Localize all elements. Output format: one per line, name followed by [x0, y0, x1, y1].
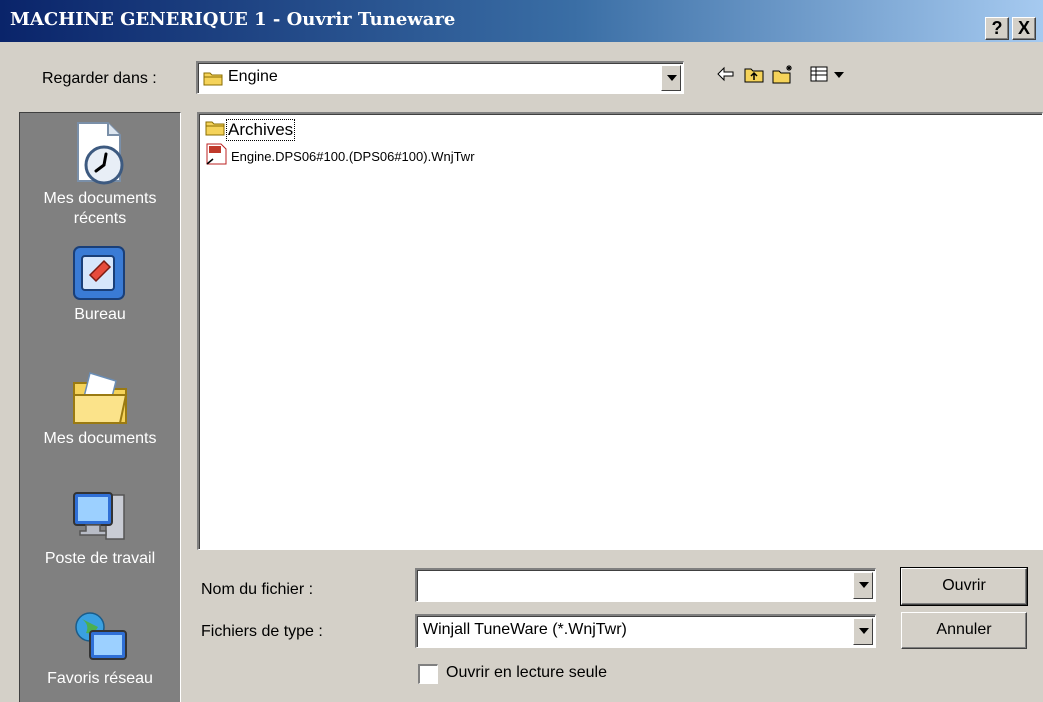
- my-computer-icon: [73, 492, 125, 540]
- place-recent-documents[interactable]: Mes documents récents: [20, 119, 180, 229]
- filetype-value: Winjall TuneWare (*.WnjTwr): [423, 621, 627, 638]
- back-arrow-icon[interactable]: [716, 64, 736, 86]
- up-folder-icon[interactable]: [744, 64, 764, 86]
- network-places-icon: [75, 612, 127, 660]
- look-in-dropdown-button[interactable]: [661, 65, 681, 91]
- folder-icon: [205, 119, 225, 141]
- open-button[interactable]: Ouvrir: [900, 567, 1028, 606]
- filename-dropdown-button[interactable]: [853, 572, 873, 599]
- help-button[interactable]: ?: [985, 17, 1009, 40]
- file-name: Archives: [225, 119, 296, 141]
- view-menu-icon[interactable]: [810, 64, 848, 86]
- place-label-desktop: Bureau: [74, 306, 126, 323]
- place-label-my-computer: Poste de travail: [44, 550, 156, 567]
- readonly-label[interactable]: Ouvrir en lecture seule: [446, 664, 607, 682]
- place-label-my-documents: Mes documents: [43, 430, 157, 447]
- tuneware-file-icon: [205, 143, 229, 170]
- place-label-network: Favoris réseau: [47, 670, 153, 687]
- place-desktop[interactable]: Bureau: [20, 243, 180, 325]
- folder-icon: [203, 70, 223, 91]
- places-bar: Mes documents récents Bureau Mes documen…: [19, 112, 181, 702]
- filetype-select[interactable]: Winjall TuneWare (*.WnjTwr): [415, 614, 876, 648]
- close-button[interactable]: X: [1012, 17, 1036, 40]
- filetype-dropdown-button[interactable]: [853, 618, 873, 645]
- place-my-computer[interactable]: Poste de travail: [20, 485, 180, 569]
- window-title: MACHINE GENERIQUE 1 - Ouvrir Tuneware: [10, 9, 456, 30]
- filetype-label: Fichiers de type :: [201, 623, 323, 640]
- list-item[interactable]: Archives: [205, 119, 296, 141]
- filename-label: Nom du fichier :: [201, 581, 314, 598]
- look-in-label: Regarder dans :: [42, 70, 157, 87]
- file-list[interactable]: Archives Engine.DPS06#100.(DPS06#100).Wn…: [197, 112, 1043, 550]
- new-folder-icon[interactable]: [772, 64, 794, 86]
- title-bar[interactable]: MACHINE GENERIQUE 1 - Ouvrir Tuneware ? …: [0, 0, 1043, 42]
- recent-documents-icon: [77, 122, 124, 185]
- place-my-documents[interactable]: Mes documents: [20, 365, 180, 449]
- place-label-recent-documents: Mes documents récents: [43, 190, 157, 227]
- place-network[interactable]: Favoris réseau: [20, 607, 180, 689]
- readonly-checkbox[interactable]: [418, 664, 438, 684]
- filename-combo[interactable]: [415, 568, 876, 602]
- desktop-icon: [73, 246, 125, 300]
- list-item[interactable]: Engine.DPS06#100.(DPS06#100).WnjTwr: [205, 143, 475, 170]
- file-name: Engine.DPS06#100.(DPS06#100).WnjTwr: [231, 149, 475, 164]
- my-documents-icon: [73, 372, 128, 424]
- look-in-value: Engine: [228, 68, 278, 85]
- look-in-combo[interactable]: Engine: [196, 61, 684, 94]
- cancel-button[interactable]: Annuler: [901, 612, 1027, 649]
